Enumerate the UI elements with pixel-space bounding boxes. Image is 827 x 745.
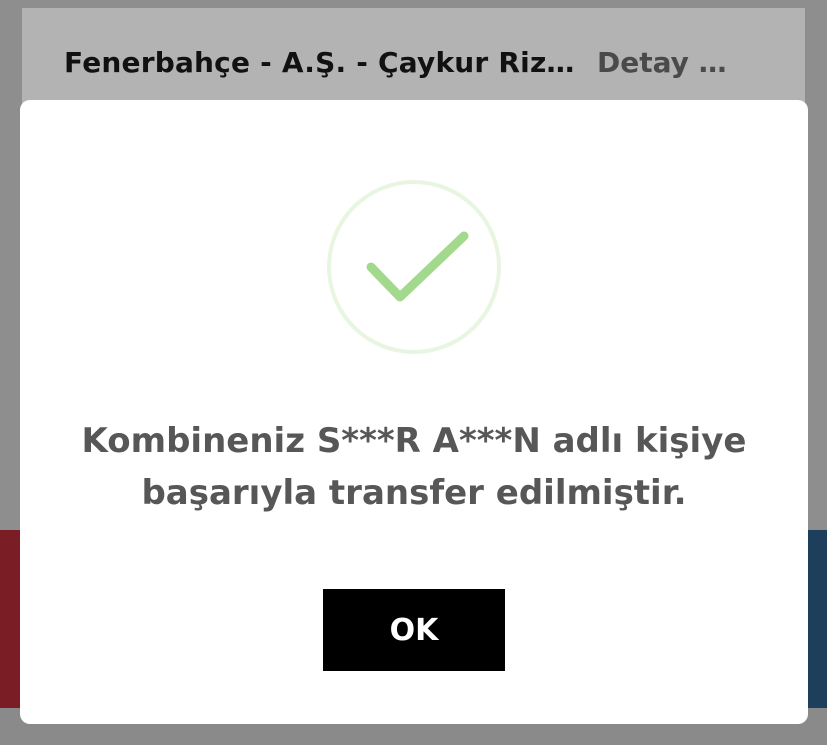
ok-button[interactable]: OK xyxy=(323,589,505,671)
success-dialog: Kombineniz S***R A***N adlı kişiye başar… xyxy=(20,100,808,724)
detail-link[interactable]: Detay G… xyxy=(597,46,747,79)
team-color-band-left xyxy=(0,530,22,708)
team-color-band-right xyxy=(807,530,827,708)
message-line-2: başarıyla transfer edilmiştir. xyxy=(141,473,687,513)
message-line-1: Kombineniz S***R A***N adlı kişiye xyxy=(81,421,747,461)
match-title: Fenerbahçe - A.Ş. - Çaykur Riz… xyxy=(64,46,575,79)
success-message: Kombineniz S***R A***N adlı kişiye başar… xyxy=(60,415,768,519)
screen: Fenerbahçe - A.Ş. - Çaykur Riz… Detay G…… xyxy=(0,0,827,745)
check-circle-icon xyxy=(327,180,501,354)
